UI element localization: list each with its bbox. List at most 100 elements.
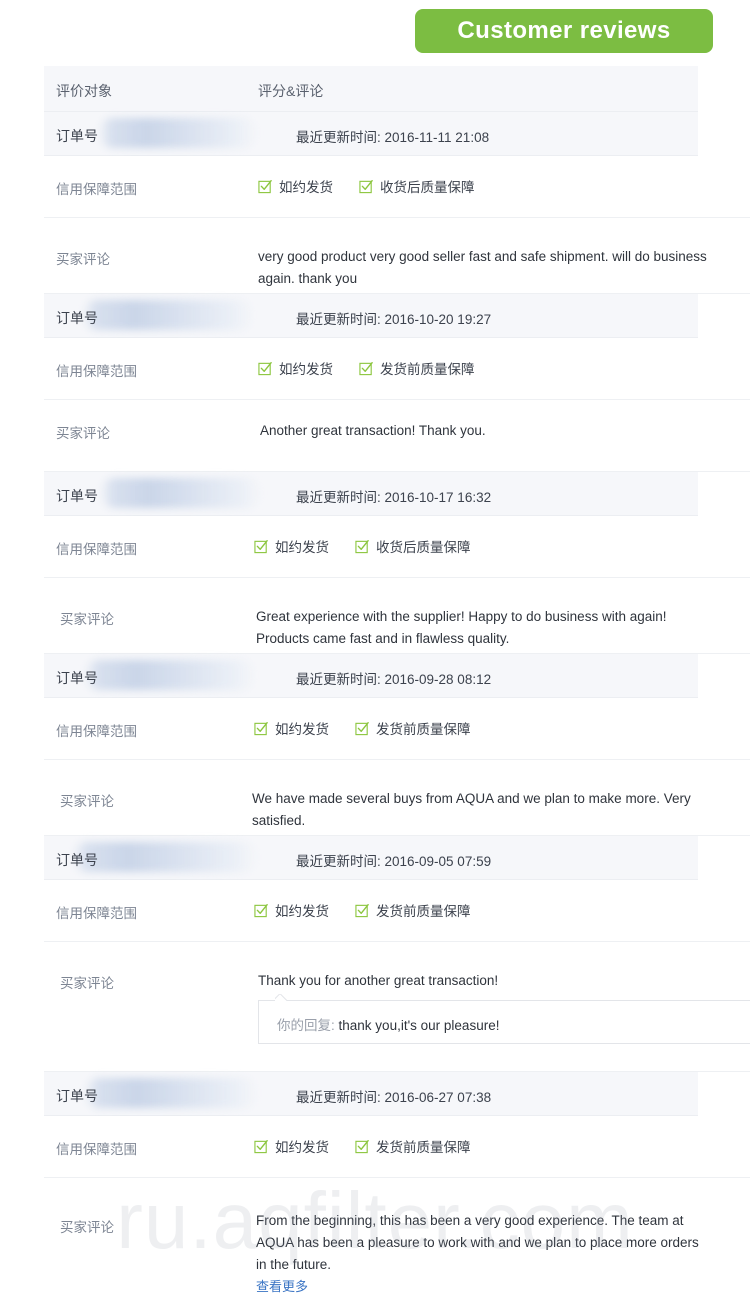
checkbox-checked-icon — [355, 721, 369, 735]
order-number-redaction — [84, 660, 256, 690]
column-header-subject: 评价对象 — [56, 83, 112, 99]
guarantee-chip-label: 如约发货 — [279, 180, 333, 195]
guarantee-chip-label: 收货后质量保障 — [380, 180, 475, 195]
guarantee-chip-label: 发货前质量保障 — [376, 904, 471, 919]
order-number-label: 订单号 — [56, 670, 98, 686]
seller-reply-content: 你的回复: thank you,it's our pleasure! — [277, 1014, 499, 1034]
guarantee-chip-label: 如约发货 — [275, 540, 329, 555]
checkbox-checked-icon — [254, 1139, 268, 1153]
guarantee-chip: 发货前质量保障 — [355, 1136, 471, 1156]
comment-row: 买家评论 Great experience with the supplier!… — [44, 578, 750, 654]
comment-label: 买家评论 — [56, 426, 110, 441]
order-number-redaction — [72, 842, 258, 872]
guarantee-chips: 如约发货 收货后质量保障 — [254, 536, 471, 556]
order-updated-time: 最近更新时间: 2016-11-11 21:08 — [296, 130, 490, 145]
order-number-redaction — [100, 478, 262, 508]
order-row: 订单号 最近更新时间: 2016-06-27 07:38 — [44, 1072, 698, 1116]
guarantee-label: 信用保障范围 — [56, 1142, 137, 1157]
seller-reply-prefix: 你的回复: — [277, 1018, 335, 1033]
table-header-row: 评价对象 评分&评论 — [44, 66, 698, 112]
checkbox-checked-icon — [359, 179, 373, 193]
comment-label: 买家评论 — [60, 794, 114, 809]
guarantee-chip-label: 发货前质量保障 — [376, 722, 471, 737]
guarantee-row: 信用保障范围 如约发货 发货前质量保障 — [44, 1116, 750, 1178]
view-more-link[interactable]: 查看更多 — [256, 1276, 308, 1295]
guarantee-chip: 如约发货 — [254, 718, 329, 738]
checkbox-checked-icon — [258, 179, 272, 193]
guarantee-chip: 如约发货 — [254, 536, 329, 556]
customer-reviews-badge: Customer reviews — [415, 9, 713, 53]
comment-row: 买家评论 We have made several buys from AQUA… — [44, 760, 750, 836]
guarantee-row: 信用保障范围 如约发货 发货前质量保障 — [44, 338, 750, 400]
order-number-label: 订单号 — [56, 852, 98, 868]
guarantee-chip: 发货前质量保障 — [359, 358, 475, 378]
guarantee-chips: 如约发货 收货后质量保障 — [258, 176, 475, 196]
guarantee-row: 信用保障范围 如约发货 收货后质量保障 — [44, 156, 750, 218]
comment-label: 买家评论 — [60, 1220, 114, 1235]
guarantee-row: 信用保障范围 如约发货 发货前质量保障 — [44, 698, 750, 760]
guarantee-chips: 如约发货 发货前质量保障 — [254, 1136, 471, 1156]
column-header-rating-comment: 评分&评论 — [258, 83, 324, 99]
checkbox-checked-icon — [355, 539, 369, 553]
comment-label: 买家评论 — [60, 976, 114, 991]
guarantee-chip-label: 如约发货 — [275, 1140, 329, 1155]
guarantee-chip: 如约发货 — [258, 358, 333, 378]
checkbox-checked-icon — [359, 361, 373, 375]
order-number-label: 订单号 — [56, 1088, 98, 1104]
order-number-label: 订单号 — [56, 488, 98, 504]
comment-text: very good product very good seller fast … — [258, 249, 707, 286]
order-row: 订单号 最近更新时间: 2016-10-17 16:32 — [44, 472, 698, 516]
guarantee-label: 信用保障范围 — [56, 542, 137, 557]
order-updated-time: 最近更新时间: 2016-06-27 07:38 — [296, 1090, 492, 1105]
checkbox-checked-icon — [254, 903, 268, 917]
order-number-label: 订单号 — [56, 310, 98, 326]
comment-row: 买家评论 Thank you for another great transac… — [44, 942, 750, 1072]
guarantee-chip: 发货前质量保障 — [355, 718, 471, 738]
order-row: 订单号 最近更新时间: 2016-11-11 21:08 — [44, 112, 698, 156]
comment-label: 买家评论 — [60, 612, 114, 627]
order-updated-time: 最近更新时间: 2016-09-05 07:59 — [296, 854, 492, 869]
comment-row: 买家评论 From the beginning, this has been a… — [44, 1178, 750, 1294]
order-updated-time: 最近更新时间: 2016-09-28 08:12 — [296, 672, 492, 687]
checkbox-checked-icon — [254, 721, 268, 735]
guarantee-chip-label: 发货前质量保障 — [376, 1140, 471, 1155]
guarantee-chip: 如约发货 — [254, 1136, 329, 1156]
guarantee-chip: 如约发货 — [254, 900, 329, 920]
comment-text: We have made several buys from AQUA and … — [252, 791, 691, 828]
guarantee-chip: 发货前质量保障 — [355, 900, 471, 920]
order-updated-time: 最近更新时间: 2016-10-20 19:27 — [296, 312, 492, 327]
guarantee-chip: 如约发货 — [258, 176, 333, 196]
comment-label: 买家评论 — [56, 252, 110, 267]
order-number-label: 订单号 — [56, 128, 98, 144]
checkbox-checked-icon — [355, 903, 369, 917]
guarantee-row: 信用保障范围 如约发货 发货前质量保障 — [44, 880, 750, 942]
order-number-redaction — [82, 300, 254, 330]
guarantee-chips: 如约发货 发货前质量保障 — [258, 358, 475, 378]
seller-reply-box: 你的回复: thank you,it's our pleasure! — [258, 1000, 750, 1044]
guarantee-chips: 如约发货 发货前质量保障 — [254, 718, 471, 738]
guarantee-chip-label: 发货前质量保障 — [380, 362, 475, 377]
guarantee-chip-label: 如约发货 — [275, 722, 329, 737]
reviews-table: 评价对象 评分&评论 订单号 最近更新时间: 2016-11-11 21:08 … — [44, 66, 750, 1294]
order-number-redaction — [84, 1078, 258, 1108]
order-number-redaction — [98, 118, 258, 148]
order-updated-time: 最近更新时间: 2016-10-17 16:32 — [296, 490, 492, 505]
guarantee-chip: 收货后质量保障 — [355, 536, 471, 556]
seller-reply-text: thank you,it's our pleasure! — [338, 1018, 500, 1033]
comment-text: Great experience with the supplier! Happ… — [256, 609, 667, 646]
order-row: 订单号 最近更新时间: 2016-09-28 08:12 — [44, 654, 698, 698]
guarantee-label: 信用保障范围 — [56, 364, 137, 379]
guarantee-chips: 如约发货 发货前质量保障 — [254, 900, 471, 920]
comment-row: 买家评论 Another great transaction! Thank yo… — [44, 400, 750, 472]
checkbox-checked-icon — [355, 1139, 369, 1153]
guarantee-row: 信用保障范围 如约发货 收货后质量保障 — [44, 516, 750, 578]
guarantee-label: 信用保障范围 — [56, 724, 137, 739]
customer-reviews-title: Customer reviews — [457, 17, 671, 44]
guarantee-label: 信用保障范围 — [56, 182, 137, 197]
comment-row: 买家评论 very good product very good seller … — [44, 218, 750, 294]
checkbox-checked-icon — [258, 361, 272, 375]
guarantee-chip-label: 收货后质量保障 — [376, 540, 471, 555]
comment-text: Another great transaction! Thank you. — [260, 423, 486, 438]
guarantee-chip: 收货后质量保障 — [359, 176, 475, 196]
guarantee-chip-label: 如约发货 — [279, 362, 333, 377]
